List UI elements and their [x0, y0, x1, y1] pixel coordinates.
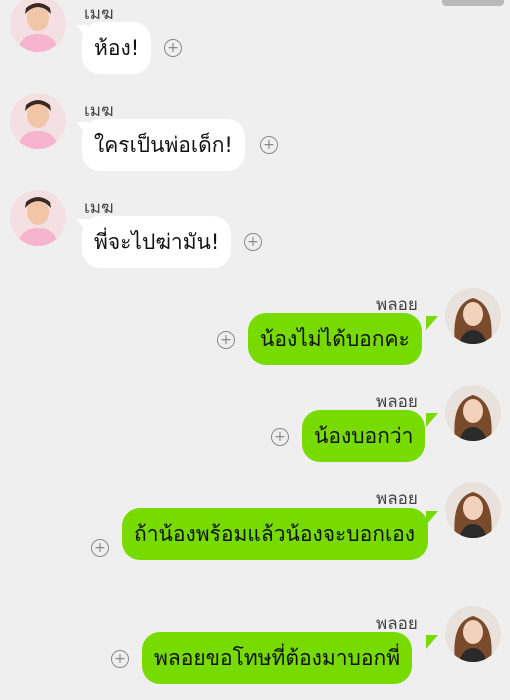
message-bubble[interactable]: ถ้าน้องพร้อมแล้วน้องจะบอกเอง — [122, 508, 428, 560]
plus-circle-icon[interactable]: + — [217, 331, 235, 349]
message-bubble[interactable]: น้องบอกว่า — [302, 410, 426, 462]
avatar-female[interactable] — [445, 482, 501, 538]
plus-circle-icon[interactable]: + — [260, 136, 278, 154]
avatar-female[interactable] — [445, 606, 501, 662]
plus-circle-icon[interactable]: + — [164, 39, 182, 57]
plus-circle-icon[interactable]: + — [111, 650, 129, 668]
avatar-female[interactable] — [445, 385, 501, 441]
top-bar-stub — [442, 0, 504, 6]
message-bubble[interactable]: ใครเป็นพ่อเด็ก! — [82, 119, 245, 171]
message-bubble[interactable]: ห้อง! — [82, 22, 152, 74]
bubble-tail — [426, 316, 438, 330]
bubble-tail — [426, 413, 438, 427]
message-bubble[interactable]: พี่จะไปฆ่ามัน! — [82, 216, 232, 268]
message-bubble[interactable]: น้องไม่ได้บอกคะ — [248, 313, 422, 365]
plus-circle-icon[interactable]: + — [244, 233, 262, 251]
plus-circle-icon[interactable]: + — [91, 539, 109, 557]
bubble-tail — [426, 635, 438, 649]
message-bubble[interactable]: พลอยขอโทษที่ต้องมาบอกพี่ — [142, 632, 413, 684]
avatar-male[interactable] — [10, 0, 66, 52]
plus-circle-icon[interactable]: + — [271, 428, 289, 446]
avatar-male[interactable] — [10, 190, 66, 246]
avatar-female[interactable] — [445, 288, 501, 344]
avatar-male[interactable] — [10, 93, 66, 149]
